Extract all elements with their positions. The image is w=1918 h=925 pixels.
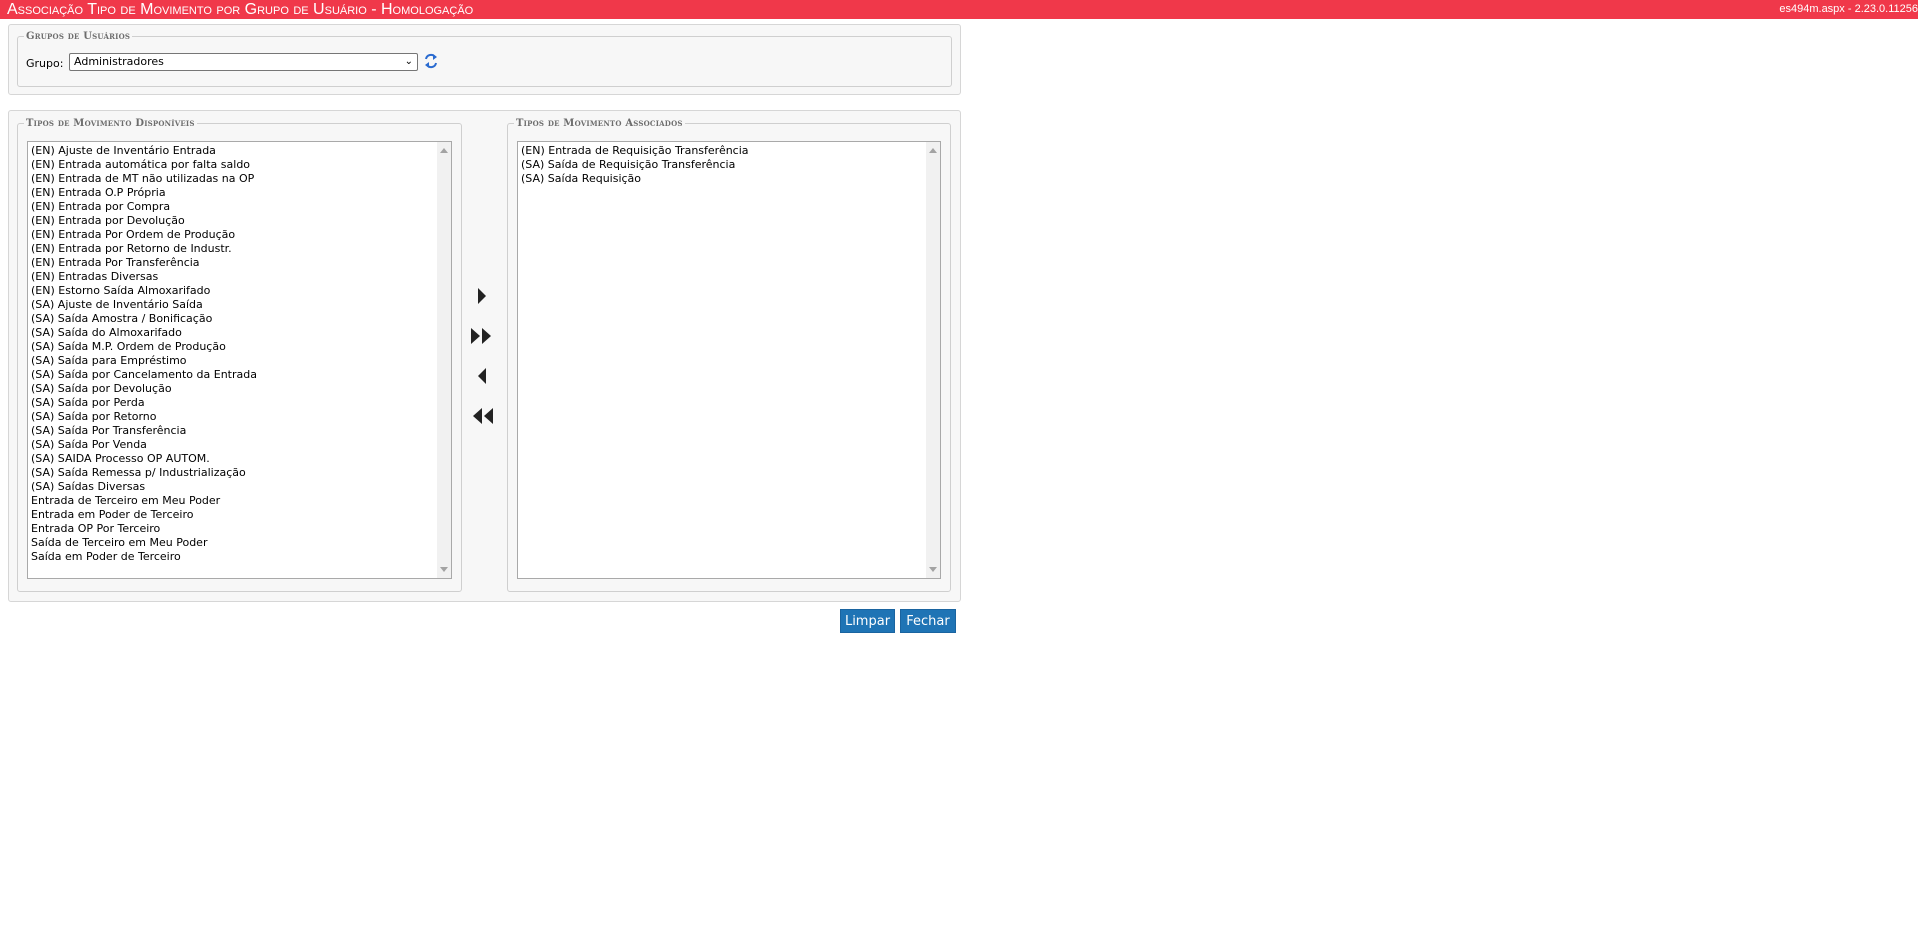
list-item[interactable]: Saída em Poder de Terceiro	[31, 550, 451, 564]
move-all-left-button[interactable]	[469, 407, 495, 425]
associated-list[interactable]: (EN) Entrada de Requisição Transferência…	[517, 141, 941, 579]
clear-button[interactable]: Limpar	[840, 609, 895, 633]
groups-legend: Grupos de Usuários	[26, 31, 131, 42]
list-item[interactable]: (SA) Saída Por Venda	[31, 438, 451, 452]
double-caret-right-icon	[471, 328, 491, 344]
move-one-right-button[interactable]	[474, 287, 490, 305]
list-item[interactable]: (EN) Entradas Diversas	[31, 270, 451, 284]
list-item[interactable]: Entrada OP Por Terceiro	[31, 522, 451, 536]
list-item[interactable]: (SA) Saída de Requisição Transferência	[521, 158, 940, 172]
double-caret-left-icon	[473, 408, 493, 424]
list-item[interactable]: (SA) Saídas Diversas	[31, 480, 451, 494]
list-item[interactable]: Entrada de Terceiro em Meu Poder	[31, 494, 451, 508]
version-label: es494m.aspx - 2.23.0.11256	[1779, 3, 1918, 15]
list-item[interactable]: (EN) Entrada automática por falta saldo	[31, 158, 451, 172]
list-item[interactable]: (EN) Ajuste de Inventário Entrada	[31, 144, 451, 158]
list-item[interactable]: (SA) SAIDA Processo OP AUTOM.	[31, 452, 451, 466]
associated-legend: Tipos de Movimento Associados	[516, 118, 683, 129]
available-list[interactable]: (EN) Ajuste de Inventário Entrada (EN) En…	[27, 141, 452, 579]
list-item[interactable]: (SA) Saída por Perda	[31, 396, 451, 410]
group-select-value: Administradores	[74, 55, 164, 68]
list-item[interactable]: (EN) Entrada Por Ordem de Produção	[31, 228, 451, 242]
list-item[interactable]: (SA) Saída do Almoxarifado	[31, 326, 451, 340]
chevron-down-icon: ⌄	[404, 56, 413, 67]
refresh-icon[interactable]	[424, 53, 438, 69]
caret-right-icon	[478, 288, 486, 304]
list-item[interactable]: Entrada em Poder de Terceiro	[31, 508, 451, 522]
scroll-down-icon[interactable]	[440, 567, 448, 572]
list-item[interactable]: (SA) Saída por Cancelamento da Entrada	[31, 368, 451, 382]
list-item[interactable]: (SA) Saída M.P. Ordem de Produção	[31, 340, 451, 354]
list-item[interactable]: (EN) Entrada O.P Própria	[31, 186, 451, 200]
page-title: Associação Tipo de Movimento por Grupo d…	[7, 1, 474, 18]
available-scrollbar[interactable]	[437, 142, 451, 578]
list-item[interactable]: (EN) Estorno Saída Almoxarifado	[31, 284, 451, 298]
scroll-down-icon[interactable]	[929, 567, 937, 572]
list-item[interactable]: (EN) Entrada Por Transferência	[31, 256, 451, 270]
list-item[interactable]: (SA) Saída Requisição	[521, 172, 940, 186]
list-item[interactable]: (SA) Saída Por Transferência	[31, 424, 451, 438]
list-item[interactable]: Saída de Terceiro em Meu Poder	[31, 536, 451, 550]
list-item[interactable]: (EN) Entrada por Retorno de Industr.	[31, 242, 451, 256]
list-item[interactable]: (SA) Saída por Retorno	[31, 410, 451, 424]
close-button[interactable]: Fechar	[900, 609, 956, 633]
list-item[interactable]: (EN) Entrada de MT não utilizadas na OP	[31, 172, 451, 186]
group-label: Grupo:	[26, 57, 64, 70]
caret-left-icon	[478, 368, 486, 384]
list-item[interactable]: (EN) Entrada de Requisição Transferência	[521, 144, 940, 158]
title-bar: Associação Tipo de Movimento por Grupo d…	[0, 0, 1918, 19]
group-select[interactable]: Administradores ⌄	[69, 53, 418, 71]
scroll-up-icon[interactable]	[929, 148, 937, 153]
list-item[interactable]: (EN) Entrada por Devolução	[31, 214, 451, 228]
available-legend: Tipos de Movimento Disponíveis	[26, 118, 195, 129]
associated-scrollbar[interactable]	[926, 142, 940, 578]
list-item[interactable]: (SA) Saída Remessa p/ Industrialização	[31, 466, 451, 480]
associated-items: (EN) Entrada de Requisição Transferência…	[518, 142, 940, 186]
list-item[interactable]: (SA) Saída por Devolução	[31, 382, 451, 396]
move-all-right-button[interactable]	[469, 327, 495, 345]
list-item[interactable]: (SA) Saída para Empréstimo	[31, 354, 451, 368]
list-item[interactable]: (SA) Ajuste de Inventário Saída	[31, 298, 451, 312]
list-item[interactable]: (SA) Saída Amostra / Bonificação	[31, 312, 451, 326]
scroll-up-icon[interactable]	[440, 148, 448, 153]
list-item[interactable]: (EN) Entrada por Compra	[31, 200, 451, 214]
move-one-left-button[interactable]	[474, 367, 490, 385]
available-items: (EN) Ajuste de Inventário Entrada (EN) En…	[28, 142, 451, 564]
